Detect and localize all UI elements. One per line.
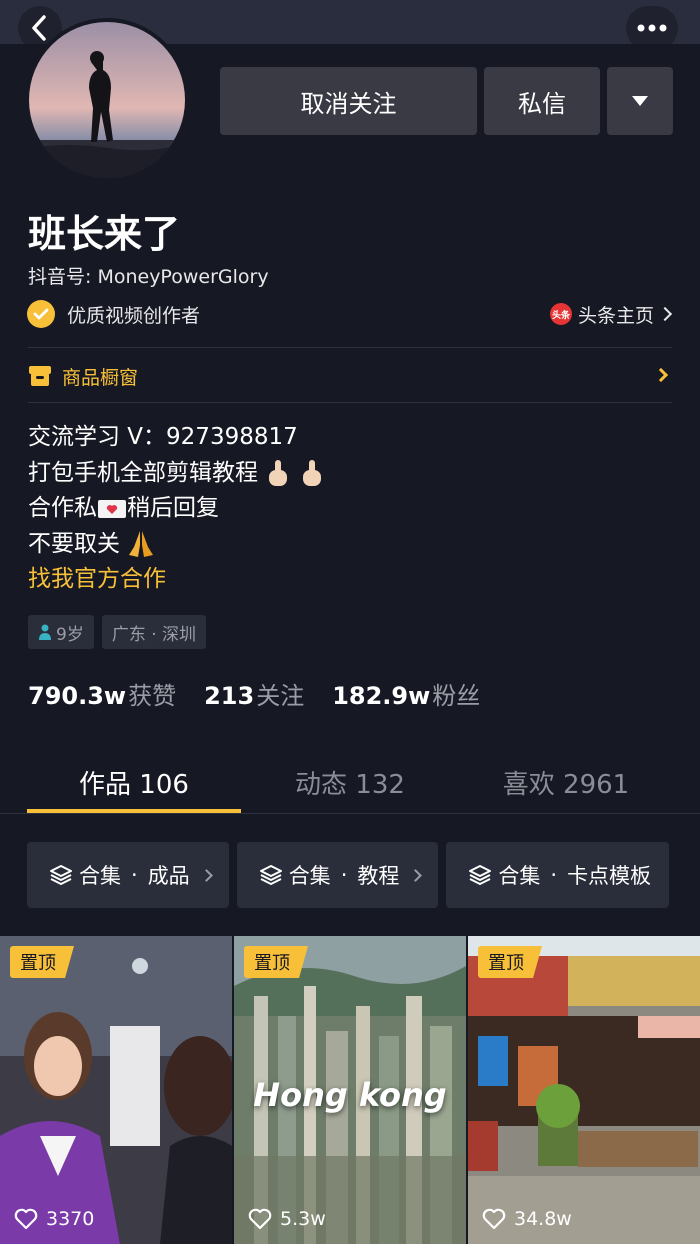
video-likes: 5.3w [248,1208,326,1230]
bio-line: 打包手机全部剪辑教程 [28,456,325,492]
following-label[interactable]: 关注 [256,676,304,711]
following-count[interactable]: 213 [204,682,254,710]
chevron-right-icon [409,868,423,882]
profile-tags: 9岁 广东 · 深圳 [28,615,207,649]
age-tag: 9岁 [28,615,94,649]
shop-window-row[interactable]: 商品橱窗 [28,358,672,394]
collection-tutorial[interactable]: 合集 · 教程 [236,842,439,908]
pinned-badge: 置顶 [244,946,308,978]
layers-icon [469,865,492,885]
collection-finished[interactable]: 合集 · 成品 [27,842,229,908]
pointing-up-emoji-icon [269,460,288,486]
douyin-id: 抖音号: MoneyPowerGlory [28,266,269,288]
more-button[interactable] [626,6,678,50]
toutiao-label: 头条主页 [577,304,654,327]
heart-icon [14,1208,38,1230]
love-letter-emoji-icon [98,499,126,518]
layers-icon [50,865,72,885]
message-button[interactable]: 私信 [484,67,600,135]
certification-label: 优质视频创作者 [67,304,201,327]
followers-count[interactable]: 182.9w [332,682,430,710]
stats-row: 790.3w 获赞 213 关注 182.9w 粉丝 [28,676,508,711]
content-tabs: 作品 106 动态 132 喜欢 2961 [0,750,700,814]
praying-hands-emoji-icon [129,531,154,557]
chevron-right-icon [653,367,669,383]
divider [28,347,672,348]
divider [28,402,672,403]
certification-row[interactable]: 优质视频创作者 [27,298,200,330]
person-icon [39,624,51,640]
bio-line: 合作私 稍后回复 [28,495,219,521]
tab-dynamics[interactable]: 动态 132 [243,750,457,814]
followers-label[interactable]: 粉丝 [432,676,480,711]
video-grid: 置顶 3370 Hong kong 置顶 5.3w 置顶 34.8w [0,936,700,1244]
bio-line: 不要取关 [28,527,325,563]
heart-icon [482,1208,506,1230]
chevron-right-icon [199,868,213,882]
toutiao-homepage-link[interactable]: 头条 头条主页 [549,300,673,328]
heart-icon [248,1208,272,1230]
bio: 交流学习 V：927398817 打包手机全部剪辑教程 合作私 稍后回复 不要取关… [28,420,325,598]
official-cooperation-link[interactable]: 找我官方合作 [28,562,325,598]
verified-check-icon [27,300,55,328]
collection-beat-template[interactable]: 合集 · 卡点模板 [446,842,670,908]
profile-name: 班长来了 [28,212,181,256]
video-tile[interactable]: 置顶 3370 [0,936,232,1244]
unfollow-button[interactable]: 取消关注 [220,67,477,135]
likes-label: 获赞 [128,682,177,710]
video-tile[interactable]: 置顶 34.8w [468,936,700,1244]
location-tag: 广东 · 深圳 [101,615,207,649]
pinned-badge: 置顶 [10,946,74,978]
video-thumbnail [468,936,700,1244]
caret-down-icon [632,96,648,106]
bio-line: 交流学习 V：927398817 [28,424,298,450]
chevron-left-icon [32,15,46,41]
pointing-up-emoji-icon [302,460,321,486]
toutiao-logo-icon: 头条 [549,303,572,325]
pinned-badge: 置顶 [478,946,542,978]
tab-likes[interactable]: 喜欢 2961 [459,750,673,814]
avatar[interactable] [25,18,189,182]
video-likes: 34.8w [482,1208,572,1230]
video-tile[interactable]: Hong kong 置顶 5.3w [234,936,466,1244]
more-dots-icon [637,24,667,32]
layers-icon [259,865,282,885]
tab-indicator [27,809,241,813]
likes-count: 790.3w [28,682,127,710]
shop-window-label: 商品橱窗 [62,366,139,389]
video-thumbnail [0,936,232,1244]
video-overlay-text: Hong kong [253,1076,447,1114]
tab-works[interactable]: 作品 106 [27,750,241,814]
dropdown-button[interactable] [607,67,673,135]
collections-row: 合集 · 成品 合集 · 教程 合集 · 卡点模板 [27,842,670,908]
shop-icon [29,366,51,386]
chevron-right-icon [657,306,673,322]
video-likes: 3370 [14,1208,94,1230]
